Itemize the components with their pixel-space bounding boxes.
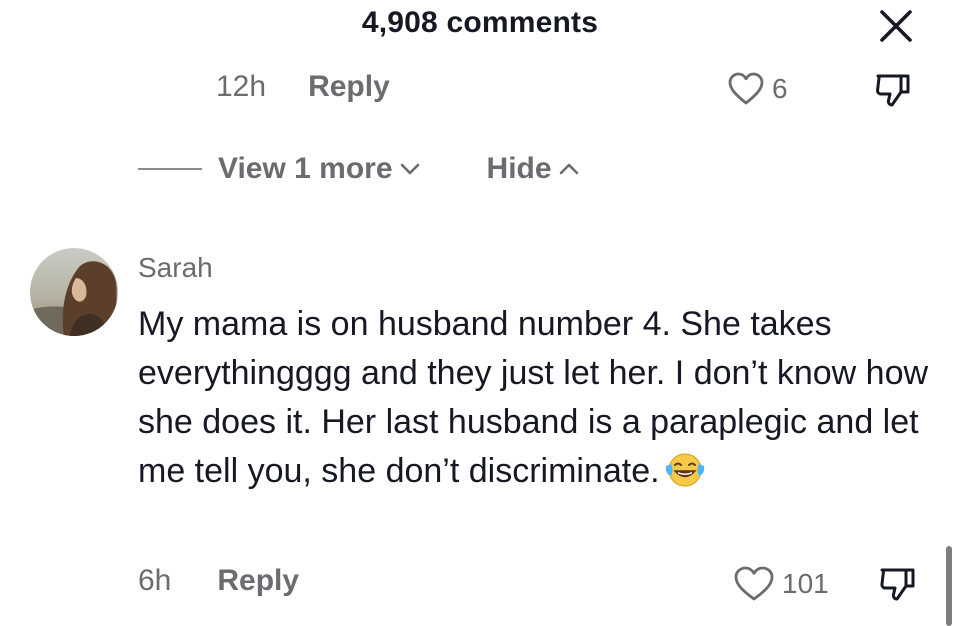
comment-like-button[interactable]: 101 — [734, 566, 829, 602]
comment-meta: 6h Reply — [138, 564, 299, 598]
close-button[interactable] — [870, 2, 922, 50]
avatar[interactable] — [30, 248, 118, 336]
view-more-replies-button[interactable]: View 1 more — [218, 152, 421, 186]
hide-replies-button[interactable]: Hide — [487, 152, 580, 186]
like-button[interactable]: 6 — [728, 72, 788, 106]
chevron-down-icon — [400, 163, 419, 175]
scrollbar[interactable] — [946, 546, 952, 626]
previous-reply-meta: 12h Reply — [216, 70, 390, 104]
thumbs-down-icon — [876, 74, 910, 107]
comment-like-count: 101 — [782, 568, 829, 599]
like-count: 6 — [772, 73, 788, 104]
hide-label: Hide — [486, 152, 552, 185]
comment-dislike-button[interactable] — [878, 566, 918, 607]
reply-timestamp: 12h — [216, 70, 267, 103]
close-icon — [880, 10, 912, 42]
thread-divider — [138, 168, 202, 170]
laughing-tears-emoji-icon — [664, 450, 706, 502]
heart-icon — [728, 72, 764, 105]
comment-reply-button[interactable]: Reply — [217, 564, 299, 598]
thumbs-down-icon — [880, 568, 915, 601]
thread-controls: View 1 more Hide — [138, 152, 580, 186]
heart-icon — [734, 566, 774, 601]
comment-timestamp: 6h — [138, 564, 172, 597]
dislike-button[interactable] — [874, 72, 912, 113]
reply-button[interactable]: Reply — [308, 70, 390, 104]
view-more-label: View 1 more — [218, 152, 393, 185]
comment-username[interactable]: Sarah — [138, 252, 213, 284]
comments-count-title: 4,908 comments — [361, 6, 599, 39]
avatar-image — [30, 248, 118, 336]
comment-body: My mama is on husband number 4. She take… — [138, 300, 938, 502]
comment-text: My mama is on husband number 4. She take… — [138, 305, 929, 490]
chevron-up-icon — [559, 163, 578, 175]
